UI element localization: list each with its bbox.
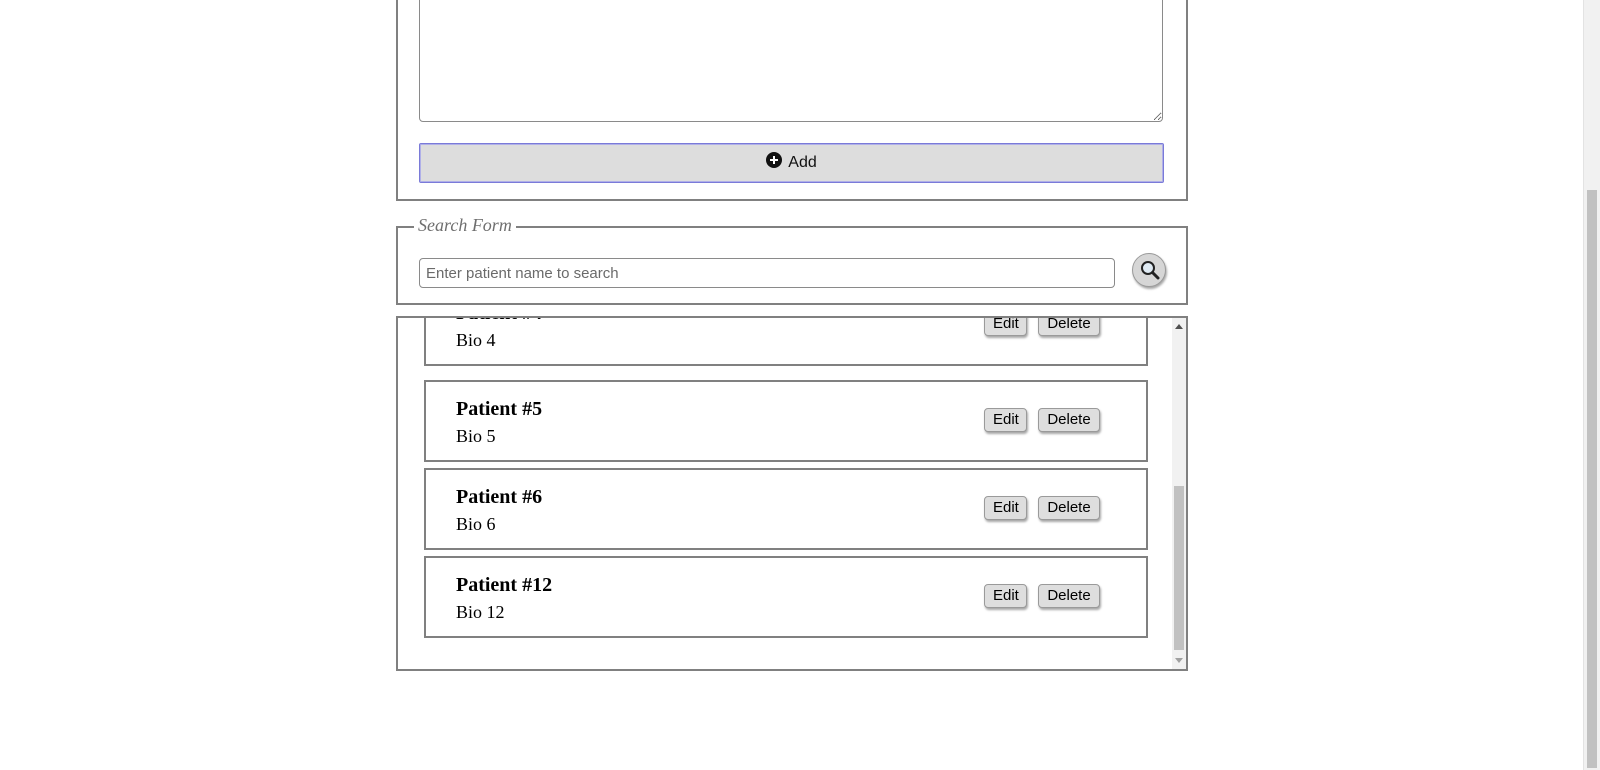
edit-button[interactable]: Edit	[984, 318, 1027, 336]
plus-circle-icon	[766, 152, 783, 168]
list-scrollbar[interactable]	[1172, 318, 1186, 669]
edit-button[interactable]: Edit	[984, 408, 1027, 432]
add-patient-form: Add	[396, 0, 1188, 201]
patient-card: Patient #5 Bio 5 Edit Delete	[424, 380, 1148, 462]
scroll-up-arrow-icon[interactable]	[1175, 324, 1183, 329]
patient-name: Patient #4	[456, 318, 542, 325]
patient-name: Patient #12	[456, 574, 553, 596]
patient-bio: Bio 4	[456, 330, 496, 350]
patient-card: Patient #4 Bio 4 Edit Delete	[424, 318, 1148, 366]
search-form: Search Form	[396, 215, 1188, 305]
patient-name: Patient #6	[456, 486, 543, 508]
edit-button[interactable]: Edit	[984, 584, 1027, 608]
patient-bio: Bio 12	[456, 602, 505, 622]
page-scrollbar[interactable]	[1583, 0, 1600, 770]
patient-card: Patient #6 Bio 6 Edit Delete	[424, 468, 1148, 550]
delete-button[interactable]: Delete	[1038, 496, 1100, 520]
search-input[interactable]	[419, 258, 1115, 288]
patient-card: Patient #12 Bio 12 Edit Delete	[424, 556, 1148, 638]
magnifier-icon	[1141, 261, 1160, 280]
search-form-legend: Search Form	[414, 215, 516, 236]
delete-button[interactable]: Delete	[1038, 318, 1100, 336]
delete-button[interactable]: Delete	[1038, 584, 1100, 608]
patient-list[interactable]: Patient #4 Bio 4 Edit Delete Patient #5 …	[396, 316, 1188, 671]
search-button[interactable]	[1132, 253, 1166, 287]
patient-bio: Bio 6	[456, 514, 496, 534]
bio-textarea[interactable]	[419, 0, 1163, 122]
scroll-down-arrow-icon[interactable]	[1175, 658, 1183, 663]
add-button-label: Add	[788, 154, 817, 171]
page-scrollbar-thumb[interactable]	[1587, 190, 1597, 768]
patient-bio: Bio 5	[456, 426, 496, 446]
patient-name: Patient #5	[456, 398, 543, 420]
add-button[interactable]: Add	[419, 143, 1164, 183]
list-scrollbar-thumb[interactable]	[1174, 486, 1184, 650]
delete-button[interactable]: Delete	[1038, 408, 1100, 432]
edit-button[interactable]: Edit	[984, 496, 1027, 520]
